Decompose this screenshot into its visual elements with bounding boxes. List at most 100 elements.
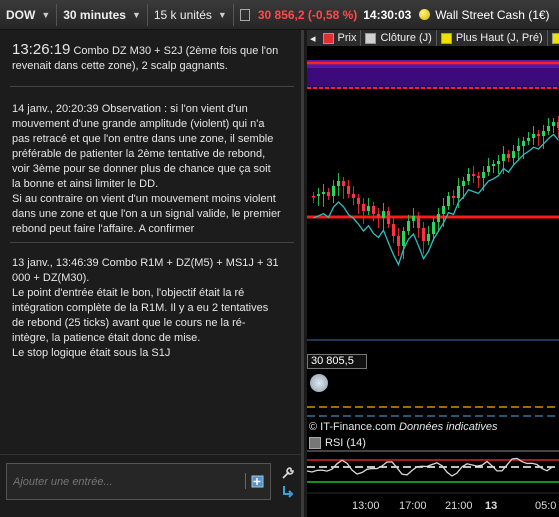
chevron-down-icon: ▼ [217,9,227,20]
divider [10,86,294,87]
candle [462,181,465,186]
journal-entry: 14 janv., 20:20:39 Observation : si l'on… [12,102,282,237]
candle [537,134,540,136]
chevron-down-icon: ▼ [41,9,51,20]
candle [512,151,515,158]
journal-entry: 13:26:19 Combo DZ M30 + S2J (2ème fois q… [12,42,282,74]
candle [372,206,375,214]
candle [492,164,495,166]
legend-swatch [322,32,334,44]
pause-icon[interactable] [239,8,250,21]
timeframe-select[interactable]: 30 minutes ▼ [57,3,148,26]
legend-label: Plus Haut (J, Pré) [455,32,543,44]
rsi-legend[interactable]: RSI (14) [309,436,366,450]
add-entry-input[interactable] [7,464,235,499]
divider [10,242,294,243]
candle [312,196,315,198]
candle [532,134,535,138]
zone-band [307,68,559,86]
legend-label: Clôture (J) [380,32,432,44]
candle [517,146,520,151]
time-tick: 21:00 [445,500,473,512]
rsi-chart[interactable] [307,450,559,498]
entry-text: Le stop logique était sous la S1J [12,347,171,359]
candle [417,216,420,228]
legend-swatch [365,32,377,44]
journal-entry: 13 janv., 13:46:39 Combo R1M + DZ(M5) + … [12,256,282,361]
candle [427,234,430,241]
units-label: 15 k unités [153,7,212,22]
moving-average-line [313,133,559,267]
candle [367,206,370,211]
send-icon[interactable] [281,484,295,498]
candle [407,221,410,231]
legend-item-close[interactable]: Clôture (J) [361,30,437,46]
candle [332,186,335,196]
entry-text: Le point d'entrée était le bon, l'object… [12,287,269,344]
candle [502,154,505,161]
timeframe-label: 30 minutes [63,7,126,22]
candle [327,192,330,196]
candle [527,138,530,141]
candle [402,231,405,246]
time-tick: 13 [485,500,498,512]
candle [507,154,510,158]
time-tick: 13:00 [352,500,380,512]
entry-time: 13:26:19 [12,41,71,58]
candle [392,224,395,236]
rsi-label: RSI (14) [325,437,366,449]
data-credit: © IT-Finance.com Données indicatives [309,421,497,433]
candle [352,194,355,198]
wrench-icon[interactable] [281,466,295,480]
candles [312,116,559,259]
market-name: Wall Street Cash (1€) [435,7,550,22]
candle [442,206,445,214]
rsi-swatch [309,437,321,449]
candle [482,172,485,178]
divider [0,454,301,455]
units-select[interactable]: 15 k unités ▼ [148,3,234,26]
candle [542,131,545,136]
candle [437,214,440,222]
legend-swatch [551,32,559,44]
legend-scroll-left-icon[interactable]: ◂ [307,32,319,45]
legend-item-extra[interactable] [548,30,559,46]
time-tick: 17:00 [399,500,427,512]
instrument-select[interactable]: DOW ▼ [0,3,58,26]
candle [322,192,325,194]
time-tick: 05:0 [535,500,557,512]
candle [362,204,365,211]
credit-label: © IT-Finance.com [309,421,396,433]
entry-text: Si au contraire on vient d'un mouvement … [12,193,281,235]
zoom-icon[interactable] [310,374,328,392]
candle [382,211,385,218]
price-chart[interactable] [307,46,559,370]
candle [547,126,550,131]
journal-panel: 13:26:19 Combo DZ M30 + S2J (2ème fois q… [0,30,304,517]
post-entry-icon[interactable] [245,473,266,489]
last-price: 30 856,2 (-0,58 %) [257,7,358,22]
legend-item-price[interactable]: Prix [319,30,362,46]
time-axis: 13:00 17:00 21:00 13 05:0 [307,497,559,517]
candle [552,122,555,126]
candle [397,236,400,246]
candle [432,222,435,234]
candle [472,174,475,176]
entry-input-box [6,463,271,500]
candle [377,214,380,218]
toolbar: DOW ▼ 30 minutes ▼ 15 k unités ▼ 30 856,… [0,0,559,30]
candle [317,194,320,196]
price-axis-label: 30 805,5 [307,354,367,369]
legend-item-high[interactable]: Plus Haut (J, Pré) [437,30,548,46]
candle [387,211,390,224]
candle [422,228,425,241]
candle [467,174,470,181]
candle [412,216,415,221]
candle [477,176,480,178]
candle [497,161,500,164]
chart-legend: ◂ Prix Clôture (J) Plus Haut (J, Pré) [307,30,559,46]
candle [457,186,460,198]
candle [487,166,490,172]
market-status-icon [419,9,431,20]
candle [347,186,350,194]
